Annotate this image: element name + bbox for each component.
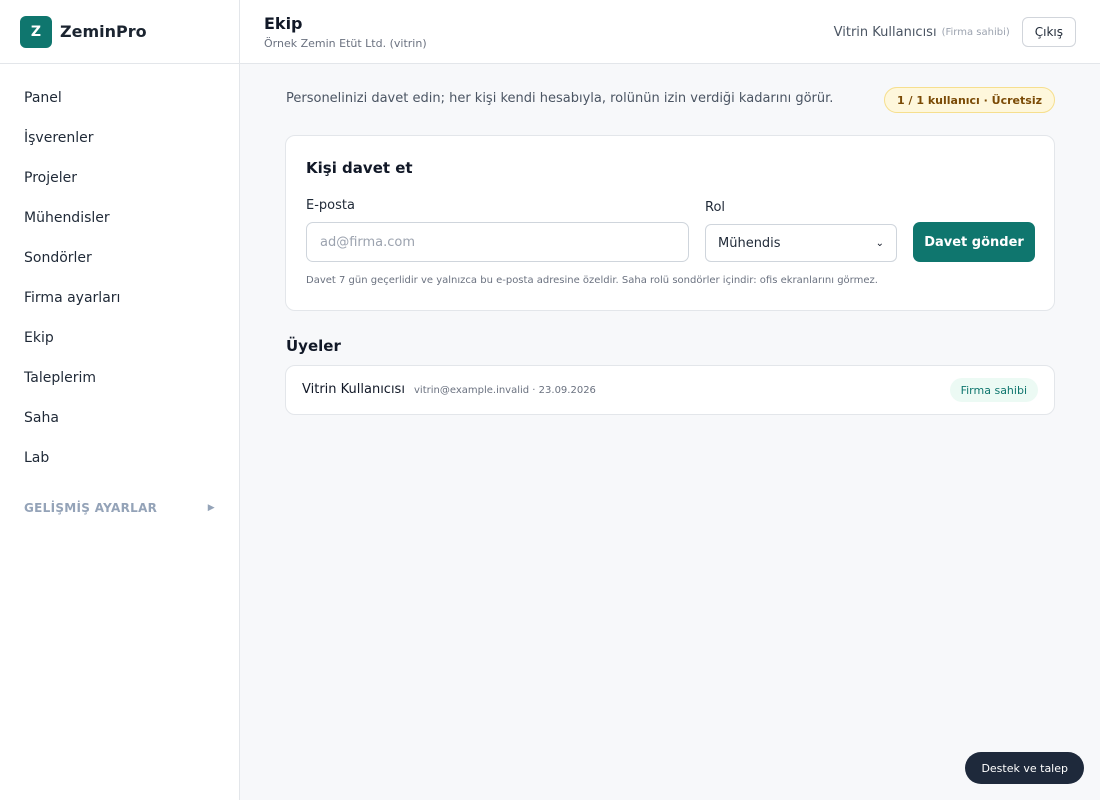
send-invite-button[interactable]: Davet gönder	[913, 222, 1035, 262]
member-name: Vitrin Kullanıcısı	[302, 382, 405, 397]
sidebar-item-ekip[interactable]: Ekip	[0, 318, 239, 358]
sidebar-item-taleplerim[interactable]: Taleplerim	[0, 358, 239, 398]
user-area: Vitrin Kullanıcısı (Firma sahibi) Çıkış	[834, 17, 1076, 47]
user-name: Vitrin Kullanıcısı	[833, 24, 937, 40]
sidebar-item-lab[interactable]: Lab	[0, 438, 239, 478]
list-item: Vitrin Kullanıcısı vitrin@example.invali…	[285, 365, 1055, 415]
sidebar: Z ZeminPro Panel İşverenler Projeler Müh…	[0, 0, 240, 800]
sidebar-item-isverenler[interactable]: İşverenler	[0, 118, 239, 158]
sidebar-item-saha[interactable]: Saha	[0, 398, 239, 438]
page-subtitle: Örnek Zemin Etüt Ltd. (vitrin)	[264, 37, 427, 50]
role-select-value: Mühendis	[718, 235, 781, 251]
brand[interactable]: Z ZeminPro	[0, 0, 239, 64]
member-role-badge: Firma sahibi	[949, 378, 1038, 402]
brand-name: ZeminPro	[60, 22, 147, 41]
page-title: Ekip	[264, 14, 303, 33]
brand-logo: Z	[20, 15, 52, 48]
sidebar-item-projeler[interactable]: Projeler	[0, 158, 239, 198]
user-role: (Firma sahibi)	[941, 26, 1010, 38]
triangle-right-icon: ▶	[207, 503, 215, 513]
invite-hint: Davet 7 gün geçerlidir ve yalnızca bu e-…	[306, 275, 878, 286]
role-select[interactable]: Mühendis ⌄	[705, 224, 897, 262]
logout-button[interactable]: Çıkış	[1021, 17, 1076, 47]
email-field[interactable]	[306, 222, 689, 262]
advanced-settings-toggle[interactable]: GELİŞMİŞ AYARLAR ▶	[0, 488, 239, 528]
role-label: Rol	[705, 200, 726, 215]
members-title: Üyeler	[286, 337, 341, 355]
intro-text: Personelinizi davet edin; her kişi kendi…	[286, 91, 834, 106]
sidebar-item-panel[interactable]: Panel	[0, 78, 239, 118]
email-label: E-posta	[306, 198, 355, 213]
topbar: Ekip Örnek Zemin Etüt Ltd. (vitrin) Vitr…	[240, 0, 1100, 64]
invite-card: Kişi davet et E-posta Rol Mühendis ⌄ Dav…	[285, 135, 1055, 311]
support-button[interactable]: Destek ve talep	[965, 752, 1084, 784]
advanced-settings-label: GELİŞMİŞ AYARLAR	[24, 501, 158, 515]
sidebar-item-muhendisler[interactable]: Mühendisler	[0, 198, 239, 238]
member-meta: vitrin@example.invalid · 23.09.2026	[414, 385, 596, 396]
sidebar-nav: Panel İşverenler Projeler Mühendisler So…	[0, 64, 239, 528]
sidebar-item-firma-ayarlari[interactable]: Firma ayarları	[0, 278, 239, 318]
sidebar-item-sondorler[interactable]: Sondörler	[0, 238, 239, 278]
quota-badge: 1 / 1 kullanıcı · Ücretsiz	[884, 87, 1055, 113]
chevron-down-icon: ⌄	[875, 237, 884, 249]
invite-title: Kişi davet et	[306, 159, 413, 177]
